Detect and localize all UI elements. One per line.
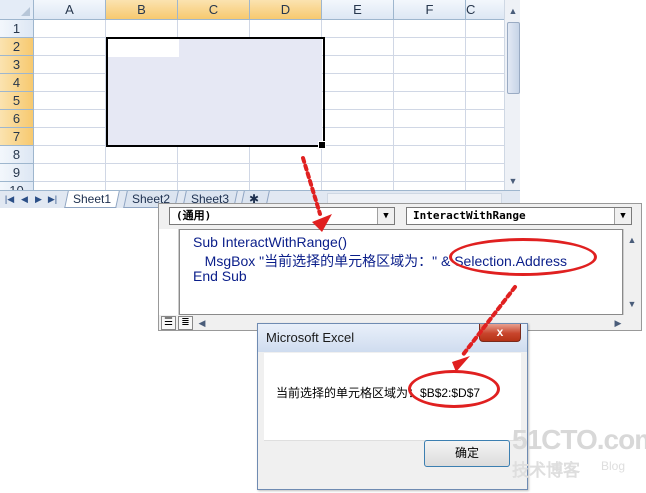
watermark-logo: 51CTO.com	[512, 424, 646, 455]
arrow-code-to-dialog	[460, 285, 517, 358]
watermark-subtitle: 技术博客	[512, 461, 580, 480]
highlight-code-ellipse	[449, 238, 597, 276]
highlight-result-ellipse	[408, 370, 500, 408]
arrow-head-1	[312, 214, 332, 232]
arrow-sheet-to-code	[301, 156, 322, 216]
watermark-blog: Blog	[601, 459, 626, 473]
